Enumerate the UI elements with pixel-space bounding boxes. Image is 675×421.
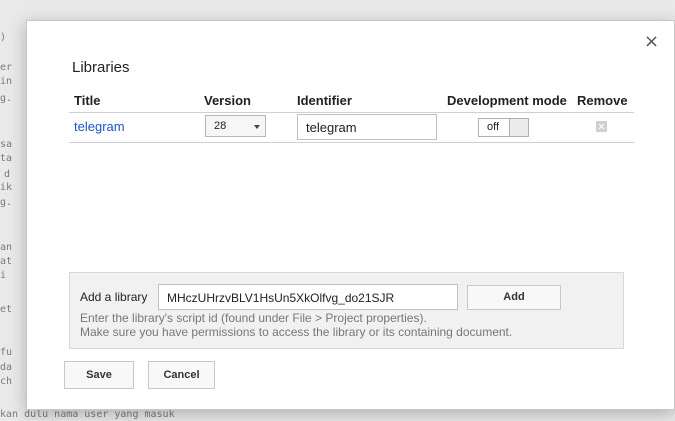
editor-line: er [0,62,13,73]
column-header-identifier: Identifier [297,93,352,108]
table-row: telegram 28 telegram off [69,113,634,143]
development-mode-toggle[interactable]: off [478,118,529,137]
add-library-hint: Make sure you have permissions to access… [80,325,513,339]
column-header-development-mode: Development mode [447,93,567,108]
development-mode-state: off [487,121,500,133]
libraries-table-header: Title Version Identifier Development mod… [69,91,634,113]
script-id-input[interactable]: MHczUHrzvBLV1HsUn5XkOlfvg_do21SJR [158,284,458,310]
cancel-button[interactable]: Cancel [148,361,215,389]
editor-line: g. [0,197,13,208]
chevron-down-icon [254,125,260,129]
column-header-title: Title [74,93,101,108]
editor-line: an [0,242,13,253]
editor-line: ch [0,376,13,387]
editor-line: at [0,256,13,267]
save-button[interactable]: Save [64,361,134,389]
libraries-dialog [26,20,675,410]
editor-line: sa [0,139,13,150]
version-value: 28 [214,120,227,132]
remove-icon[interactable] [596,121,607,132]
editor-line: in [0,76,13,87]
add-library-label: Add a library [80,290,148,304]
editor-bottom-line: kan dulu nama user yang masuk [0,409,175,420]
close-icon[interactable]: × [644,33,659,51]
editor-line: d [4,169,11,180]
toggle-knob [509,119,528,136]
add-library-hint: Enter the library's script id (found und… [80,311,427,325]
editor-line: ta [0,153,13,164]
editor-line: et [0,304,13,315]
add-library-panel: Add a library MHczUHrzvBLV1HsUn5XkOlfvg_… [69,272,624,349]
column-header-version: Version [204,93,251,108]
dialog-title: Libraries [72,59,130,76]
version-select[interactable]: 28 [205,115,266,137]
editor-line: da [0,362,13,373]
column-header-remove: Remove [577,93,628,108]
editor-line: fu [0,347,13,358]
editor-line: ) [0,32,7,43]
add-button[interactable]: Add [467,285,561,310]
identifier-input[interactable]: telegram [297,114,437,140]
editor-line: i [0,270,7,281]
library-title-link[interactable]: telegram [74,119,125,134]
editor-line: ik [0,182,13,193]
editor-line: g. [0,93,13,104]
